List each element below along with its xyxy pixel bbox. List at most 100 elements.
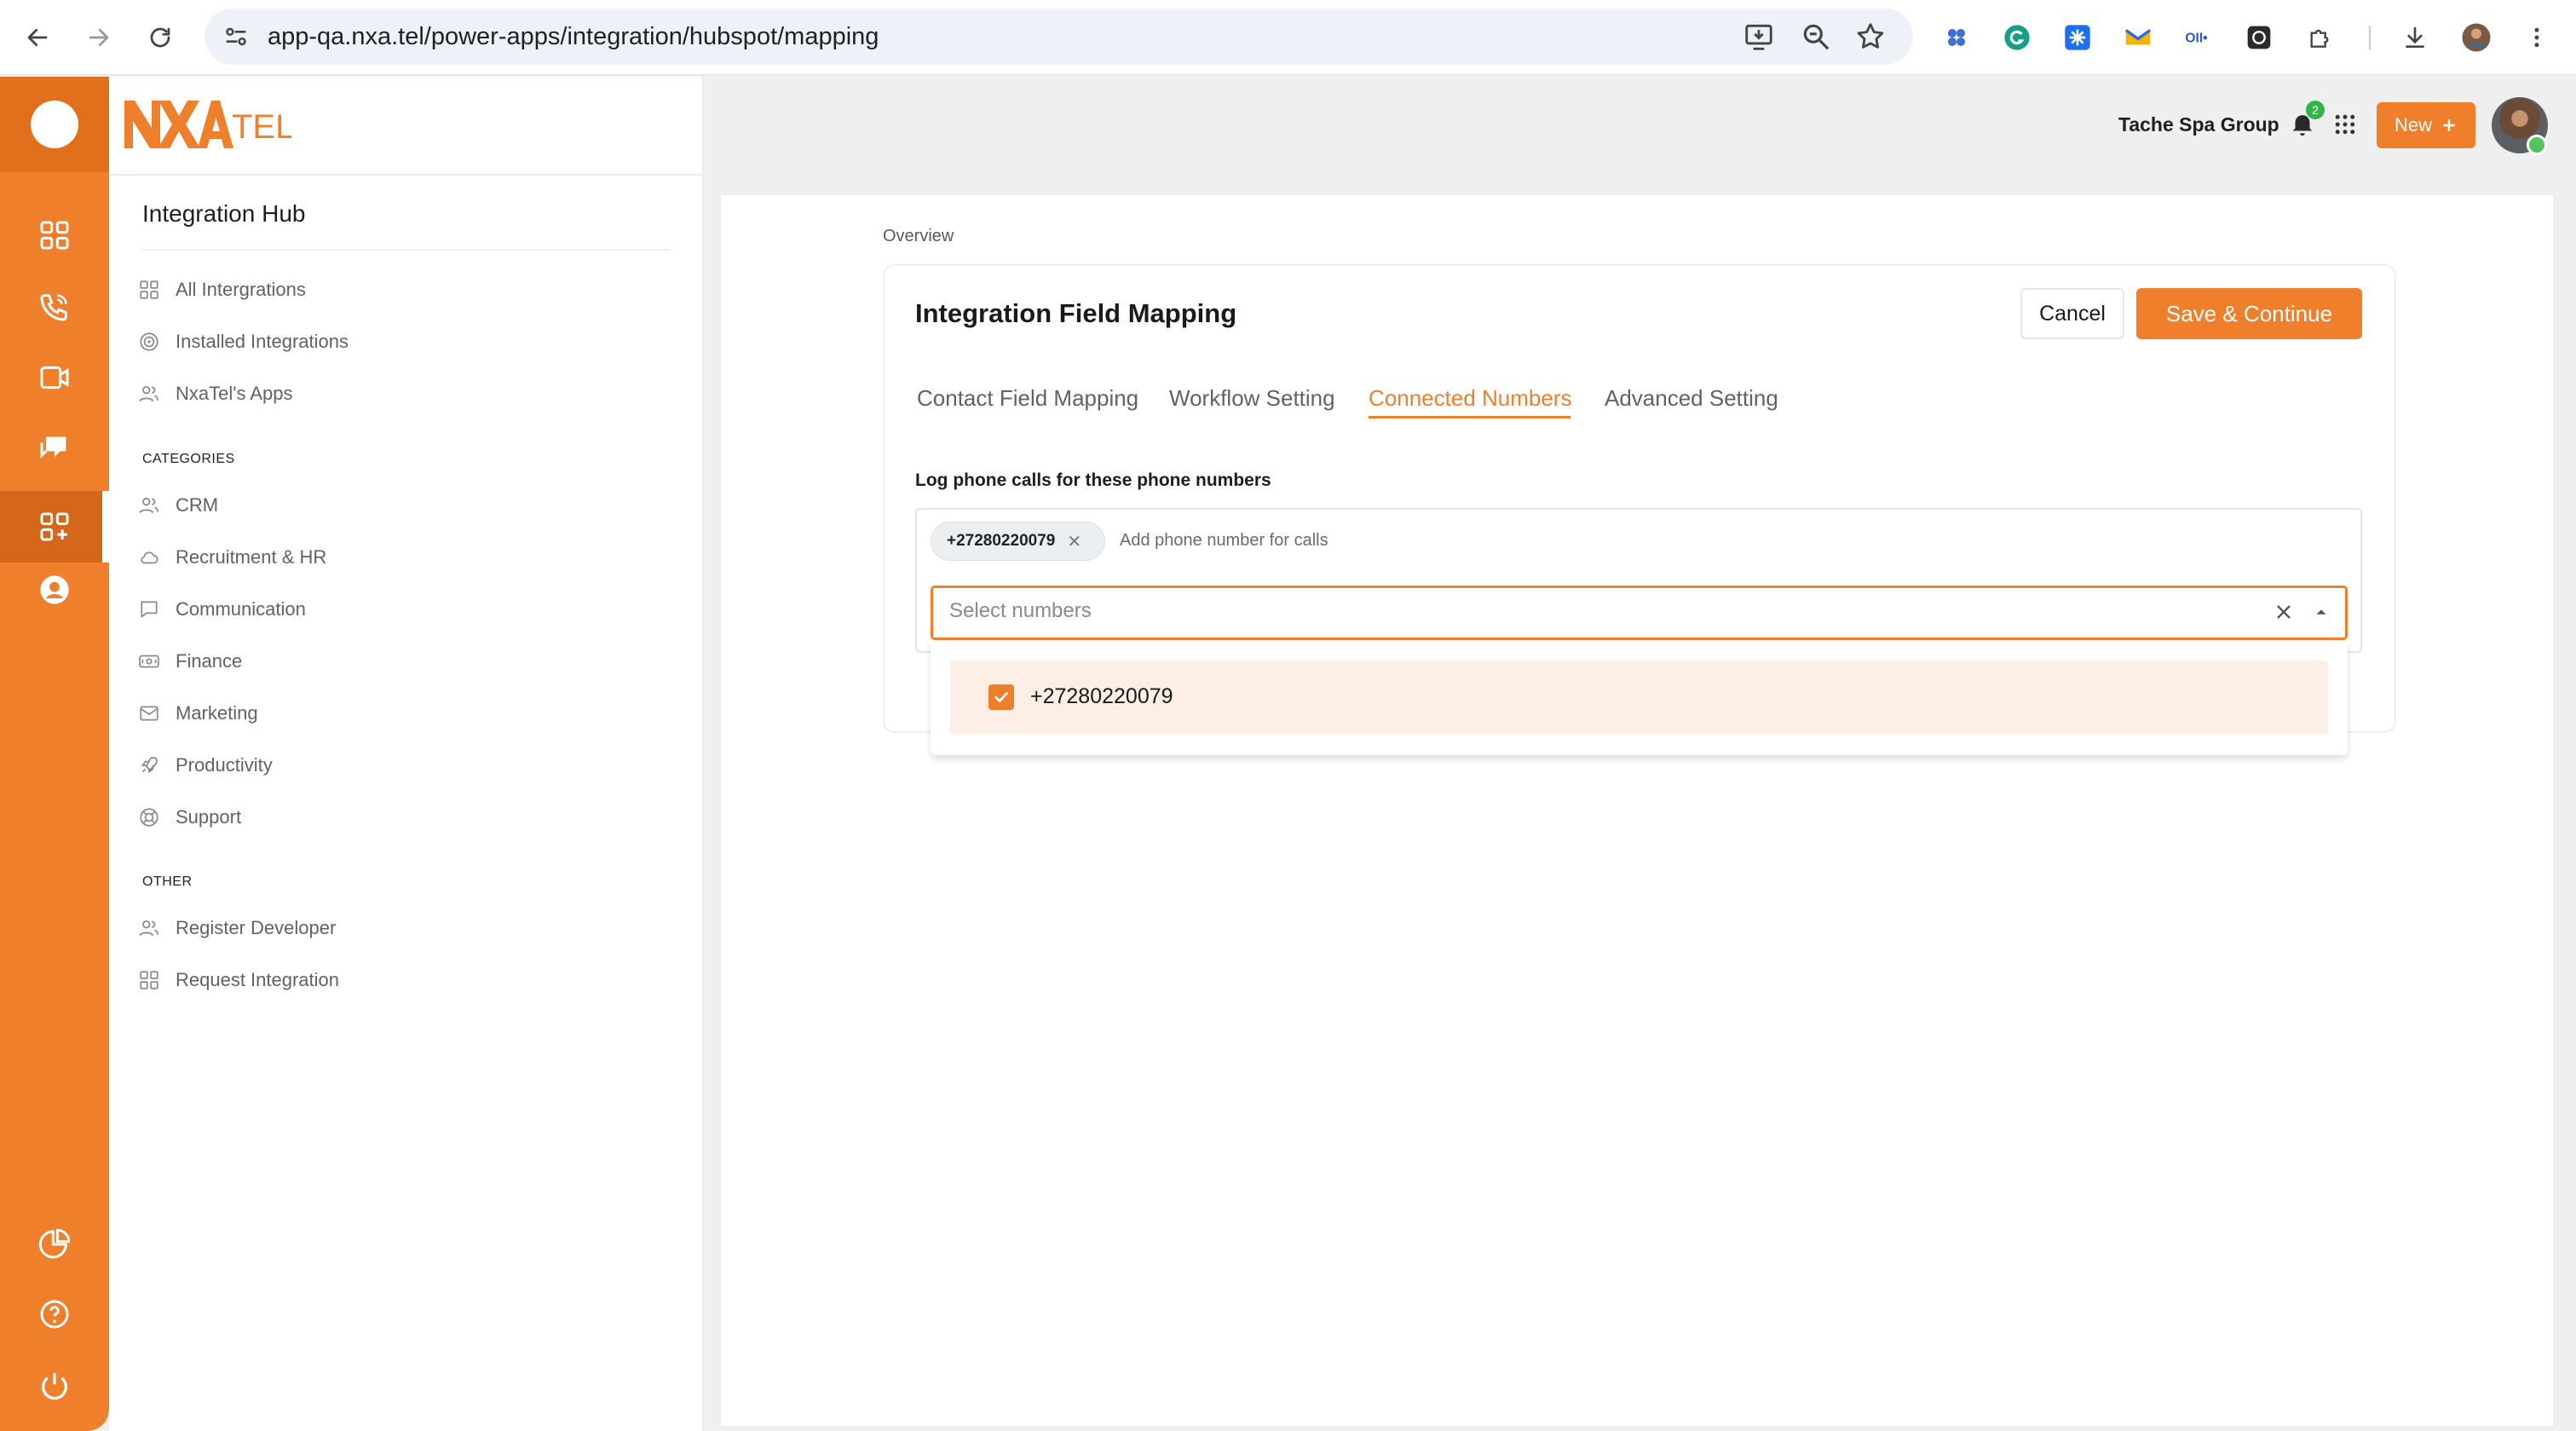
url-text: app-qa.nxa.tel/power-apps/integration/hu… bbox=[268, 23, 879, 50]
add-phone-input[interactable]: Add phone number for calls bbox=[1120, 531, 1328, 551]
tab-contact-field-mapping[interactable]: Contact Field Mapping bbox=[917, 385, 1138, 412]
profile-avatar-icon[interactable] bbox=[2458, 19, 2495, 56]
address-bar[interactable]: app-qa.nxa.tel/power-apps/integration/hu… bbox=[205, 9, 1913, 65]
extension-star-icon[interactable] bbox=[2059, 19, 2096, 56]
checkbox-checked-icon[interactable] bbox=[988, 684, 1014, 710]
sidebar-item-all-integrations[interactable]: All Intergrations bbox=[135, 271, 663, 309]
sidebar-item-label: Marketing bbox=[176, 702, 258, 724]
sidebar-item-communication[interactable]: Communication bbox=[135, 591, 663, 628]
dashboard-icon[interactable] bbox=[29, 210, 80, 261]
rail-active-indicator bbox=[102, 491, 109, 563]
rail-header bbox=[0, 77, 109, 172]
power-icon[interactable] bbox=[29, 1360, 80, 1411]
browser-menu-icon[interactable] bbox=[2518, 19, 2556, 56]
video-icon[interactable] bbox=[29, 352, 80, 403]
cloud-icon bbox=[135, 543, 164, 572]
messages-icon[interactable] bbox=[29, 423, 80, 474]
select-placeholder: Select numbers bbox=[949, 599, 1092, 622]
sidebar-item-label: NxaTel's Apps bbox=[176, 383, 293, 404]
forward-icon[interactable] bbox=[80, 19, 118, 56]
sidebar-item-request-integration[interactable]: Request Integration bbox=[135, 961, 663, 999]
downloads-icon[interactable] bbox=[2396, 19, 2434, 56]
dropdown-option-label: +27280220079 bbox=[1030, 684, 1173, 708]
menu-toggle-icon[interactable] bbox=[31, 101, 78, 148]
zoom-icon[interactable] bbox=[1800, 20, 1832, 53]
sidebar-item-label: Support bbox=[176, 806, 242, 828]
sidebar-item-support[interactable]: Support bbox=[135, 799, 663, 836]
grammarly-icon[interactable] bbox=[1998, 19, 2036, 56]
mail-icon bbox=[135, 699, 164, 728]
breadcrumb[interactable]: Overview bbox=[883, 227, 954, 246]
sidebar-item-marketing[interactable]: Marketing bbox=[135, 695, 663, 732]
account-icon[interactable] bbox=[29, 564, 80, 615]
sidebar-item-label: All Intergrations bbox=[176, 279, 306, 300]
rocket-icon bbox=[135, 751, 164, 780]
svg-text:OII•: OII• bbox=[2185, 32, 2207, 46]
extension-oii-icon[interactable]: OII• bbox=[2180, 19, 2217, 56]
tab-advanced-setting[interactable]: Advanced Setting bbox=[1605, 385, 1778, 412]
users-icon bbox=[135, 914, 164, 943]
bookmark-star-icon[interactable] bbox=[1854, 20, 1887, 53]
chat-icon bbox=[135, 595, 164, 624]
grid-icon bbox=[135, 966, 164, 995]
save-continue-button[interactable]: Save & Continue bbox=[2136, 288, 2362, 339]
other-heading: OTHER bbox=[142, 874, 193, 889]
app-rail bbox=[0, 77, 109, 1431]
new-button-label: New bbox=[2394, 114, 2432, 136]
clear-icon[interactable] bbox=[2268, 597, 2299, 627]
sidebar-item-productivity[interactable]: Productivity bbox=[135, 747, 663, 784]
back-icon[interactable] bbox=[19, 19, 56, 56]
svg-text:TEL: TEL bbox=[232, 108, 291, 146]
sidebar-item-label: Register Developer bbox=[176, 917, 337, 938]
apps-grid-icon[interactable] bbox=[2332, 112, 2358, 137]
online-status-indicator bbox=[2527, 135, 2547, 155]
openai-icon[interactable] bbox=[2240, 19, 2278, 56]
new-button[interactable]: New bbox=[2377, 102, 2475, 148]
nxatel-logo: TEL bbox=[121, 92, 291, 153]
integrations-icon[interactable] bbox=[29, 501, 80, 552]
log-calls-label: Log phone calls for these phone numbers bbox=[915, 470, 1271, 490]
lifebuoy-icon bbox=[135, 803, 164, 832]
company-name[interactable]: Tache Spa Group bbox=[2118, 113, 2279, 136]
sidebar-item-nxatel-apps[interactable]: NxaTel's Apps bbox=[135, 375, 663, 413]
analytics-icon[interactable] bbox=[29, 1219, 80, 1270]
sidebar-item-label: Productivity bbox=[176, 754, 273, 776]
site-settings-icon[interactable] bbox=[222, 22, 251, 51]
cancel-button[interactable]: Cancel bbox=[2020, 288, 2124, 339]
tab-connected-numbers[interactable]: Connected Numbers bbox=[1369, 385, 1571, 412]
reload-icon[interactable] bbox=[141, 19, 179, 56]
plus-icon bbox=[2441, 117, 2458, 134]
sidebar-item-recruitment-hr[interactable]: Recruitment & HR bbox=[135, 539, 663, 576]
sidebar-item-register-developer[interactable]: Register Developer bbox=[135, 909, 663, 947]
users-icon bbox=[135, 491, 164, 520]
help-icon[interactable] bbox=[29, 1289, 80, 1340]
sidebar-item-label: Communication bbox=[176, 598, 306, 620]
tab-workflow-setting[interactable]: Workflow Setting bbox=[1169, 385, 1335, 412]
sidebar-item-finance[interactable]: Finance bbox=[135, 643, 663, 680]
phone-chip: +27280220079 ✕ bbox=[931, 522, 1105, 561]
extension-mail-icon[interactable] bbox=[2119, 19, 2157, 56]
money-icon bbox=[135, 647, 164, 676]
notification-badge: 2 bbox=[2306, 101, 2325, 119]
sidebar-item-label: Request Integration bbox=[176, 969, 340, 990]
sidebar-item-installed-integrations[interactable]: Installed Integrations bbox=[135, 323, 663, 361]
phone-icon[interactable] bbox=[29, 281, 80, 332]
caret-up-icon[interactable] bbox=[2306, 597, 2337, 627]
sidebar-item-crm[interactable]: CRM bbox=[135, 487, 663, 524]
logo-area: TEL bbox=[109, 77, 703, 176]
toolbar-divider bbox=[2369, 26, 2371, 49]
sidebar-item-label: CRM bbox=[176, 494, 219, 516]
divider bbox=[142, 249, 671, 251]
extension-blue-icon[interactable] bbox=[1938, 19, 1975, 56]
users-icon bbox=[135, 379, 164, 408]
sidebar-item-label: Finance bbox=[176, 650, 243, 672]
categories-heading: CATEGORIES bbox=[142, 452, 235, 466]
extensions-puzzle-icon[interactable] bbox=[2301, 19, 2338, 56]
chip-remove-icon[interactable]: ✕ bbox=[1067, 531, 1081, 552]
sidebar-title: Integration Hub bbox=[142, 200, 306, 227]
install-app-icon[interactable] bbox=[1743, 20, 1775, 53]
sidebar-item-label: Installed Integrations bbox=[176, 331, 349, 352]
page-title: Integration Field Mapping bbox=[915, 298, 1237, 328]
browser-toolbar: app-qa.nxa.tel/power-apps/integration/hu… bbox=[0, 0, 2576, 75]
select-numbers-dropdown[interactable] bbox=[931, 586, 2348, 640]
